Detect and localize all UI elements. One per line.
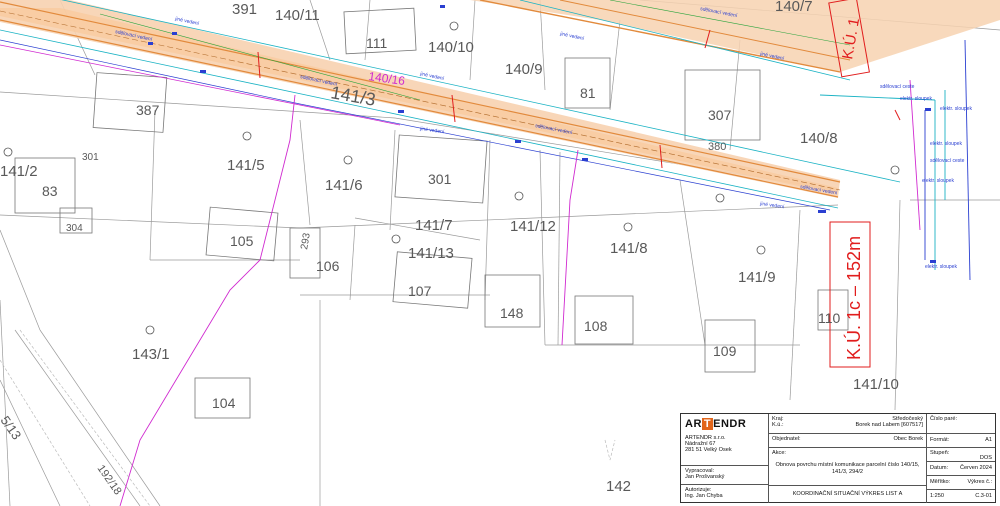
parcel-301-small: 301 (82, 152, 99, 163)
drawing-no-label: Výkres č.: (967, 479, 992, 485)
scale-value: 1:250 (930, 493, 944, 499)
parcel-141-5: 141/5 (227, 157, 265, 174)
annotation-16: elektr. sloupek (922, 178, 954, 184)
parcel-391: 391 (232, 1, 257, 18)
parcel-387: 387 (136, 102, 160, 118)
parcel-105: 105 (230, 233, 254, 249)
kraj-ku: Kraj: Středočeský K.ú.: Borek nad Labem [6… (769, 414, 927, 434)
parcel-141-9: 141/9 (738, 269, 776, 286)
parcel-109: 109 (713, 343, 737, 359)
client-label: Objednatel: (772, 436, 801, 442)
parcel-106: 106 (316, 258, 340, 274)
parcel-141-8: 141/8 (610, 240, 648, 257)
title-block: AR T ENDR ARTENDR s.r.o. Nádražní 67 281 5… (680, 413, 996, 503)
ku-label-right: K.Ú. 1c – 152m (843, 236, 864, 360)
company-city: 281 51 Velký Osek (685, 447, 732, 454)
format-value: A1 (985, 437, 992, 443)
parcel-141-12: 141/12 (510, 218, 556, 235)
annotation-8: jiné vedení (419, 126, 445, 136)
parcel-141-13: 141/13 (408, 245, 454, 262)
parcel-142: 142 (606, 478, 631, 495)
drawing-no-value: C.3-01 (975, 493, 992, 499)
parcel-140-10: 140/10 (428, 39, 474, 56)
parcel-81: 81 (580, 85, 596, 101)
annotation-17: elektr. sloupek (925, 264, 957, 270)
annotation-13: sdělovací ceste (930, 158, 965, 164)
client: Objednatel: Obec Borek (769, 434, 927, 448)
parcel-140-7: 140/7 (775, 0, 813, 15)
parcel-143-1: 143/1 (132, 346, 170, 363)
format: Formát: A1 (927, 434, 995, 448)
parcel-141-6: 141/6 (325, 177, 363, 194)
parcel-104: 104 (212, 395, 236, 411)
parcel-148: 148 (500, 305, 524, 321)
annotation-14: elektr. sloupek (940, 106, 972, 112)
parcel-380: 380 (708, 141, 726, 153)
date-value: Červen 2024 (959, 465, 992, 471)
annotation-12: sdělovací ceste (880, 84, 915, 90)
map-drawing: K.Ú. 1 K.Ú. 1c – 152m sdělovací vedení s… (0, 0, 1000, 506)
action: Akce: Obnova povrchu místní komunikace p… (769, 448, 927, 486)
parcel-293: 293 (299, 232, 313, 251)
parcel-140-9: 140/9 (505, 61, 543, 78)
pare: Číslo paré: (927, 414, 995, 434)
action-value: Obnova povrchu místní komunikace parceln… (775, 462, 920, 475)
annotation-9: jiné vedení (759, 201, 785, 211)
authorized-by: Autorizuje: Ing. Jan Chyba (681, 485, 769, 503)
parcel-192-18: 192/18 (95, 463, 124, 497)
stage-value: DOS (979, 455, 992, 462)
client-value: Obec Borek (893, 436, 923, 442)
ku-value: Borek nad Labem [607517] (855, 422, 924, 429)
dashed-boundaries (0, 329, 616, 506)
parcel-141-10: 141/10 (853, 376, 899, 393)
parcel-5-13: 5/13 (0, 413, 24, 442)
annotation-18: elektr. sloupek (900, 96, 932, 102)
parcel-140-11: 140/11 (275, 7, 320, 24)
prepared-by: Vypracoval: Jan Prošvanský (681, 466, 769, 485)
date-label: Datum: (930, 465, 949, 471)
scale-label-cell: Měřítko: Výkres č.: (927, 476, 995, 490)
parcel-307: 307 (708, 107, 732, 123)
parcel-107: 107 (408, 283, 432, 299)
scale-value-cell: 1:250 C.3-01 (927, 490, 995, 503)
scale-label: Měřítko: (930, 479, 951, 485)
parcel-141-7: 141/7 (415, 217, 453, 234)
annotation-15: elektr. sloupek (930, 141, 962, 147)
annotation-10: jiné vedení (559, 31, 585, 42)
stage: Stupeň: DOS (927, 448, 995, 462)
date: Datum: Červen 2024 (927, 462, 995, 476)
parcel-83: 83 (42, 183, 58, 199)
parcel-304: 304 (66, 223, 83, 234)
parcel-301: 301 (428, 171, 452, 187)
action-label: Akce: (772, 450, 786, 456)
parcel-141-2: 141/2 (0, 163, 38, 180)
ku-label: K.ú.: (772, 422, 784, 429)
format-label: Formát: (930, 437, 950, 443)
kraj-label: Kraj: (772, 416, 784, 422)
parcel-111: 111 (366, 35, 387, 51)
parcel-108: 108 (584, 318, 608, 334)
prepared-name: Jan Prošvanský (685, 474, 725, 481)
parcel-110: 110 (818, 310, 841, 326)
company-logo: AR T ENDR (685, 418, 747, 430)
parcel-140-8: 140/8 (800, 130, 838, 147)
author-name: Ing. Jan Chyba (685, 493, 723, 500)
drawing-title: KOORDINAČNÍ SITUAČNÍ VÝKRES LIST A (769, 486, 927, 503)
company-info: AR T ENDR ARTENDR s.r.o. Nádražní 67 281 5… (681, 414, 769, 466)
